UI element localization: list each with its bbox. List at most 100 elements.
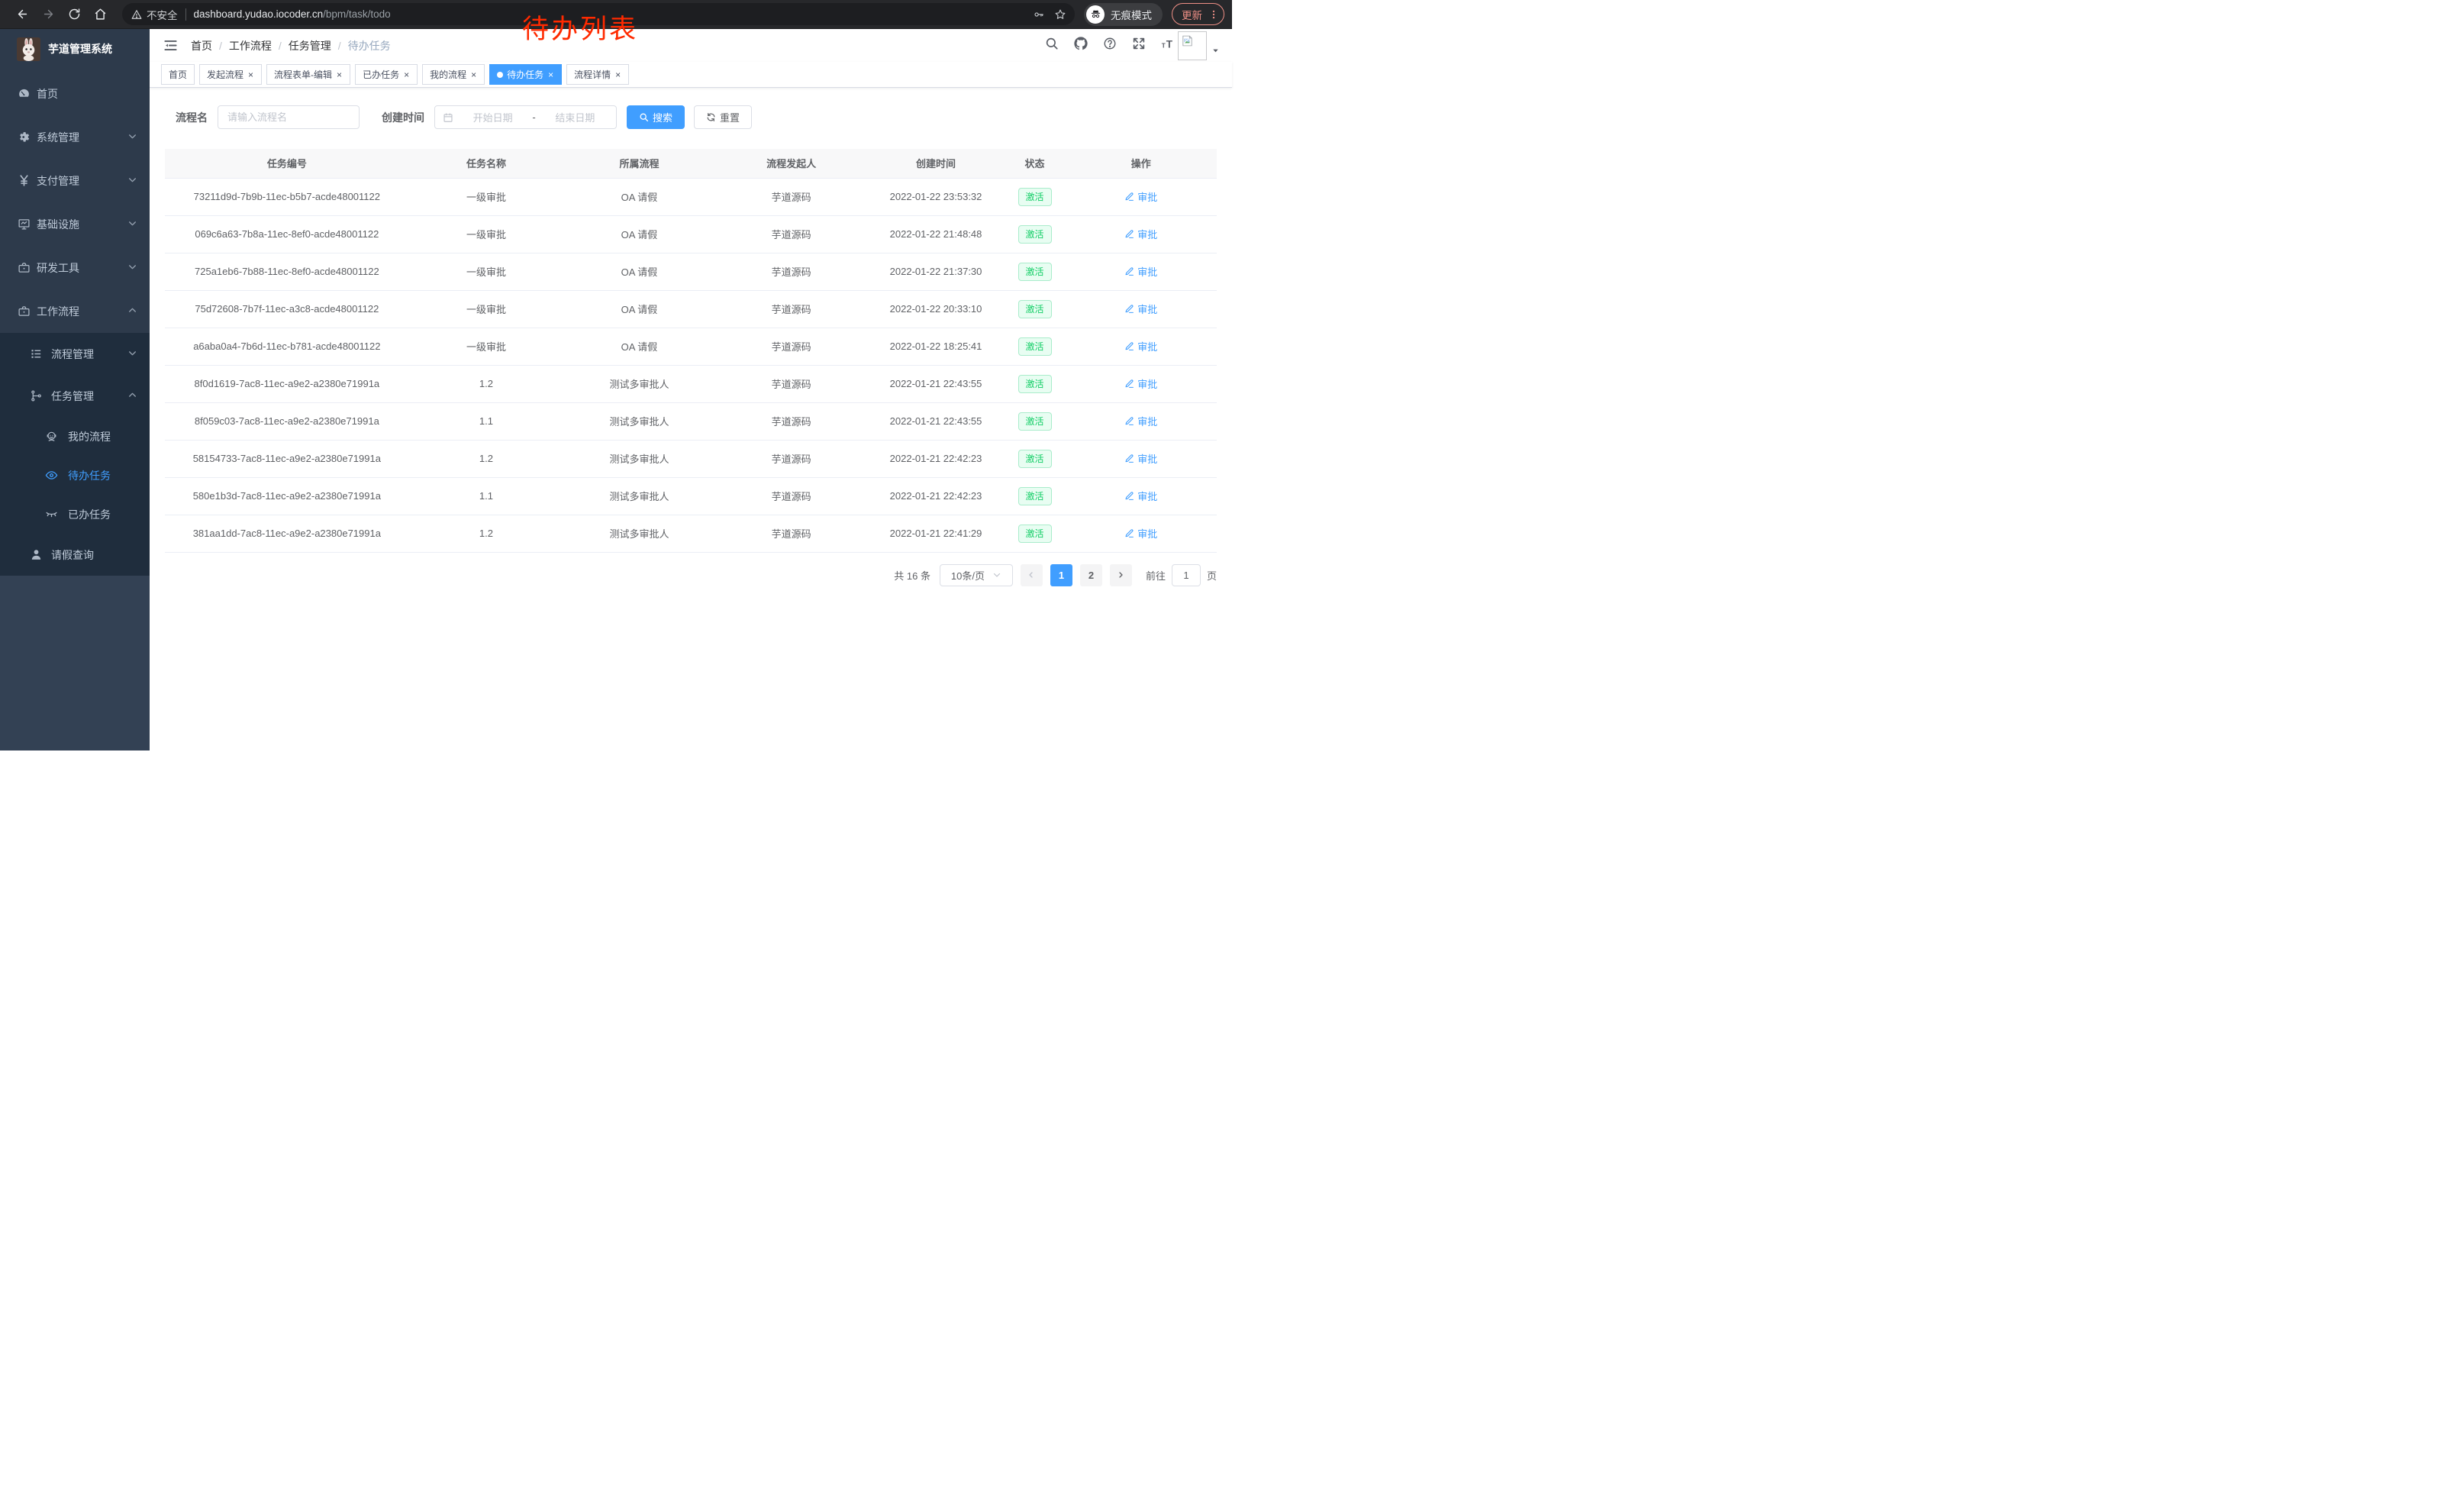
caret-down-icon[interactable] [1211, 47, 1220, 55]
tab-close-icon[interactable]: × [614, 70, 621, 79]
table-row: 8f0d1619-7ac8-11ec-a9e2-a2380e71991a1.2测… [165, 365, 1217, 402]
table-row: 73211d9d-7b9b-11ec-b5b7-acde48001122一级审批… [165, 178, 1217, 215]
svg-text:T: T [1162, 42, 1166, 49]
breadcrumb-item[interactable]: 首页 [191, 38, 212, 53]
search-button[interactable] [1045, 37, 1059, 54]
sidebar-item-payment[interactable]: 支付管理 [0, 159, 150, 202]
tab-close-icon[interactable]: × [247, 70, 254, 79]
table-row: 725a1eb6-7b88-11ec-8ef0-acde48001122一级审批… [165, 253, 1217, 290]
back-icon[interactable] [11, 3, 34, 26]
bookmark-star-icon[interactable] [1055, 9, 1066, 20]
incognito-badge: 无痕模式 [1084, 3, 1163, 26]
chevron-up-icon [127, 305, 137, 318]
tab-close-icon[interactable]: × [547, 70, 554, 79]
tab-close-icon[interactable]: × [336, 70, 343, 79]
omnibox-divider [185, 8, 186, 21]
sidebar-item-home[interactable]: 首页 [0, 72, 150, 115]
search-button[interactable]: 搜索 [627, 105, 685, 129]
browser-menu-icon[interactable] [1208, 9, 1219, 20]
approve-label: 审批 [1137, 526, 1157, 541]
tab-已办任务[interactable]: 已办任务× [355, 64, 418, 85]
table-row: a6aba0a4-7b6d-11ec-b781-acde48001122一级审批… [165, 328, 1217, 365]
chevron-down-icon [127, 175, 137, 187]
security-status[interactable]: 不安全 [131, 7, 178, 22]
sidebar-item-todo-task[interactable]: 待办任务 [0, 456, 150, 495]
help-button[interactable] [1103, 37, 1117, 54]
date-range-picker[interactable]: 开始日期 - 结束日期 [434, 105, 617, 129]
briefcase-icon [18, 261, 31, 274]
cell-status: 激活 [1005, 178, 1066, 215]
sidebar-empty-area [0, 576, 150, 750]
sidebar-item-devtools[interactable]: 研发工具 [0, 246, 150, 289]
fullscreen-button[interactable] [1132, 37, 1146, 54]
sidebar-item-my-process[interactable]: 我的流程 [0, 417, 150, 456]
tab-发起流程[interactable]: 发起流程× [199, 64, 262, 85]
gear-icon [18, 131, 31, 144]
approve-button[interactable]: 审批 [1124, 302, 1157, 316]
forward-icon[interactable] [37, 3, 60, 26]
font-size-button[interactable]: TT [1161, 37, 1175, 54]
cell-action: 审批 [1066, 328, 1217, 365]
status-badge: 激活 [1018, 337, 1052, 356]
cell-id: 73211d9d-7b9b-11ec-b5b7-acde48001122 [165, 178, 409, 215]
sidebar-item-workflow[interactable]: 工作流程 [0, 289, 150, 333]
table-header-cell: 状态 [1005, 149, 1066, 178]
sidebar-item-done-task[interactable]: 已办任务 [0, 495, 150, 534]
tab-首页[interactable]: 首页 [161, 64, 195, 85]
prev-page-button[interactable] [1021, 564, 1043, 586]
approve-button[interactable]: 审批 [1124, 526, 1157, 541]
address-bar[interactable]: 不安全 dashboard.yudao.iocoder.cn /bpm/task… [122, 3, 1075, 25]
github-button[interactable] [1074, 37, 1088, 54]
page-button-2[interactable]: 2 [1080, 564, 1102, 586]
breadcrumb-item[interactable]: 工作流程 [229, 38, 272, 53]
tab-待办任务[interactable]: 待办任务× [489, 64, 562, 85]
tab-我的流程[interactable]: 我的流程× [422, 64, 485, 85]
cell-action: 审批 [1066, 402, 1217, 440]
reset-button[interactable]: 重置 [694, 105, 752, 129]
tab-label: 首页 [169, 68, 187, 81]
tab-流程详情[interactable]: 流程详情× [566, 64, 629, 85]
breadcrumb-item[interactable]: 任务管理 [289, 38, 331, 53]
cell-starter: 芋道源码 [715, 365, 868, 402]
sidebar-item-label: 已办任务 [68, 507, 111, 522]
sidebar-item-task-mgmt[interactable]: 任务管理 [0, 375, 150, 417]
approve-button[interactable]: 审批 [1124, 339, 1157, 353]
next-page-button[interactable] [1110, 564, 1132, 586]
approve-label: 审批 [1137, 489, 1157, 503]
approve-button[interactable]: 审批 [1124, 227, 1157, 241]
edit-pen-icon [1124, 454, 1134, 463]
page-button-1[interactable]: 1 [1050, 564, 1072, 586]
cell-action: 审批 [1066, 440, 1217, 477]
cell-status: 激活 [1005, 290, 1066, 328]
key-icon[interactable] [1034, 9, 1044, 20]
user-icon [30, 548, 43, 561]
tab-close-icon[interactable]: × [470, 70, 477, 79]
app-logo-row[interactable]: 芋道管理系统 [0, 29, 150, 69]
process-name-input[interactable] [218, 105, 360, 129]
approve-button[interactable]: 审批 [1124, 451, 1157, 466]
sidebar-item-infra[interactable]: 基础设施 [0, 202, 150, 246]
approve-button[interactable]: 审批 [1124, 489, 1157, 503]
sidebar-item-leave-query[interactable]: 请假查询 [0, 534, 150, 576]
sidebar-collapse-icon[interactable] [160, 36, 180, 56]
avatar[interactable] [1178, 31, 1207, 60]
approve-button[interactable]: 审批 [1124, 376, 1157, 391]
cell-time: 2022-01-21 22:42:23 [867, 440, 1004, 477]
goto-page-input[interactable] [1172, 564, 1201, 586]
approve-button[interactable]: 审批 [1124, 264, 1157, 279]
tab-流程表单-编辑[interactable]: 流程表单-编辑× [266, 64, 350, 85]
home-icon[interactable] [89, 3, 111, 26]
page-size-select[interactable]: 10条/页 [940, 564, 1013, 586]
sidebar-item-system[interactable]: 系统管理 [0, 115, 150, 159]
list-icon [30, 347, 43, 360]
cell-process: 测试多审批人 [563, 477, 714, 515]
header-action-icons: TT [1045, 37, 1175, 54]
approve-button[interactable]: 审批 [1124, 414, 1157, 428]
tab-close-icon[interactable]: × [403, 70, 410, 79]
sidebar-item-process-mgmt[interactable]: 流程管理 [0, 333, 150, 375]
reload-icon[interactable] [63, 3, 85, 26]
update-button[interactable]: 更新 [1172, 3, 1224, 25]
approve-button[interactable]: 审批 [1124, 189, 1157, 204]
sidebar-item-label: 首页 [37, 86, 58, 102]
edit-pen-icon [1124, 416, 1134, 426]
